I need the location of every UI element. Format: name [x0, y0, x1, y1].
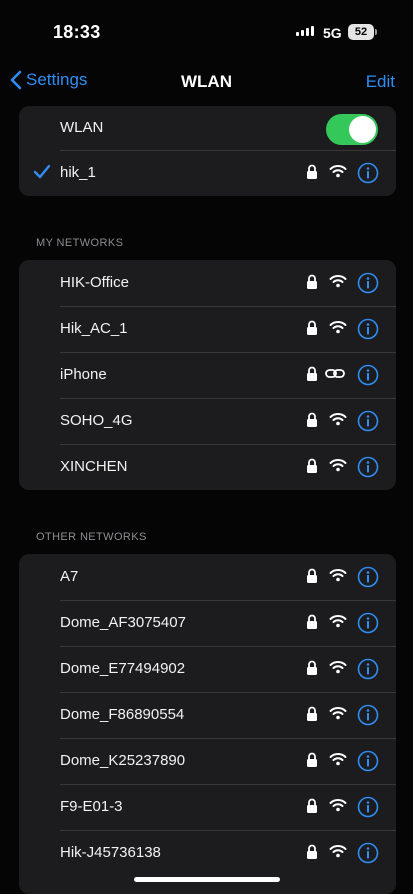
wifi-icon [329, 661, 347, 674]
network-name: Dome_K25237890 [60, 752, 186, 769]
wifi-icon [329, 753, 347, 766]
network-row[interactable]: HIK-Office [19, 260, 396, 306]
info-icon[interactable] [357, 410, 379, 432]
info-icon[interactable] [357, 364, 379, 386]
network-row[interactable]: iPhone [19, 352, 396, 398]
status-time: 18:33 [53, 22, 101, 42]
lock-icon [307, 320, 317, 335]
lock-icon [307, 458, 317, 473]
network-row[interactable]: Dome_F86890554 [19, 692, 396, 738]
lock-icon [307, 274, 317, 289]
hotspot-link-icon [325, 369, 345, 378]
other-networks-header: OTHER NETWORKS [36, 531, 147, 543]
network-row[interactable]: Dome_AF3075407 [19, 600, 396, 646]
wlan-toggle-label: WLAN [60, 119, 104, 136]
wifi-icon [329, 413, 347, 426]
my-networks-group: HIK-Office Hik_AC_1 iPhone SOHO_4G XINCHEN [19, 260, 396, 490]
wlan-group: WLAN hik_1 [19, 106, 396, 196]
network-row[interactable]: SOHO_4G [19, 398, 396, 444]
lock-icon [307, 660, 317, 675]
wlan-toggle-row: WLAN [19, 106, 396, 150]
checkmark-icon [33, 164, 51, 179]
network-name: HIK-Office [60, 274, 129, 291]
battery-tip [375, 29, 377, 35]
my-networks-header: MY NETWORKS [36, 237, 124, 249]
network-row[interactable]: Hik_AC_1 [19, 306, 396, 352]
info-icon[interactable] [357, 612, 379, 634]
cellular-signal-icon [296, 26, 314, 36]
network-name: F9-E01-3 [60, 798, 123, 815]
connected-network-row[interactable]: hik_1 [19, 150, 396, 196]
info-icon[interactable] [357, 704, 379, 726]
network-name: XINCHEN [60, 458, 128, 475]
lock-icon [307, 798, 317, 813]
wifi-icon [329, 707, 347, 720]
wifi-icon [329, 569, 347, 582]
wifi-icon [329, 165, 347, 178]
network-name: iPhone [60, 366, 107, 383]
wifi-icon [329, 615, 347, 628]
other-networks-group: A7 Dome_AF3075407 Dome_E77494902 Dome_F8689… [19, 554, 396, 894]
lock-icon [307, 568, 317, 583]
wifi-icon [329, 275, 347, 288]
wifi-icon [329, 845, 347, 858]
network-row[interactable]: F9-E01-3 [19, 784, 396, 830]
info-icon[interactable] [357, 750, 379, 772]
network-row[interactable]: Dome_K25237890 [19, 738, 396, 784]
info-icon[interactable] [357, 566, 379, 588]
network-type: 5G [323, 25, 342, 41]
network-name: Dome_E77494902 [60, 660, 186, 677]
nav-bar: Settings WLAN Edit [0, 62, 413, 102]
toggle-knob [349, 116, 376, 143]
network-row[interactable]: XINCHEN [19, 444, 396, 490]
lock-icon [307, 614, 317, 629]
lock-icon [307, 752, 317, 767]
info-icon[interactable] [357, 842, 379, 864]
info-icon[interactable] [357, 318, 379, 340]
info-icon[interactable] [357, 456, 379, 478]
info-icon[interactable] [357, 658, 379, 680]
network-name: Hik-J45736138 [60, 844, 161, 861]
lock-icon [307, 412, 317, 427]
wifi-icon [329, 321, 347, 334]
connected-network-name: hik_1 [60, 164, 96, 181]
page-title: WLAN [181, 72, 232, 91]
network-row[interactable]: Dome_E77494902 [19, 646, 396, 692]
lock-icon [307, 706, 317, 721]
info-icon[interactable] [357, 272, 379, 294]
network-name: A7 [60, 568, 79, 585]
network-name: Dome_AF3075407 [60, 614, 186, 631]
info-icon[interactable] [357, 162, 379, 184]
network-name: Hik_AC_1 [60, 320, 128, 337]
battery-icon: 52 [348, 24, 374, 40]
status-bar: 18:33 5G 52 [0, 0, 413, 60]
network-name: Dome_F86890554 [60, 706, 185, 723]
wlan-toggle[interactable] [326, 114, 378, 145]
lock-icon [307, 844, 317, 859]
home-indicator [134, 877, 280, 882]
lock-icon [307, 164, 317, 179]
info-icon[interactable] [357, 796, 379, 818]
network-row[interactable]: Hik-J45736138 [19, 830, 396, 876]
network-row[interactable]: A7 [19, 554, 396, 600]
wifi-icon [329, 799, 347, 812]
edit-button[interactable]: Edit [366, 72, 395, 92]
network-name: SOHO_4G [60, 412, 133, 429]
wifi-icon [329, 459, 347, 472]
lock-icon [307, 366, 317, 381]
